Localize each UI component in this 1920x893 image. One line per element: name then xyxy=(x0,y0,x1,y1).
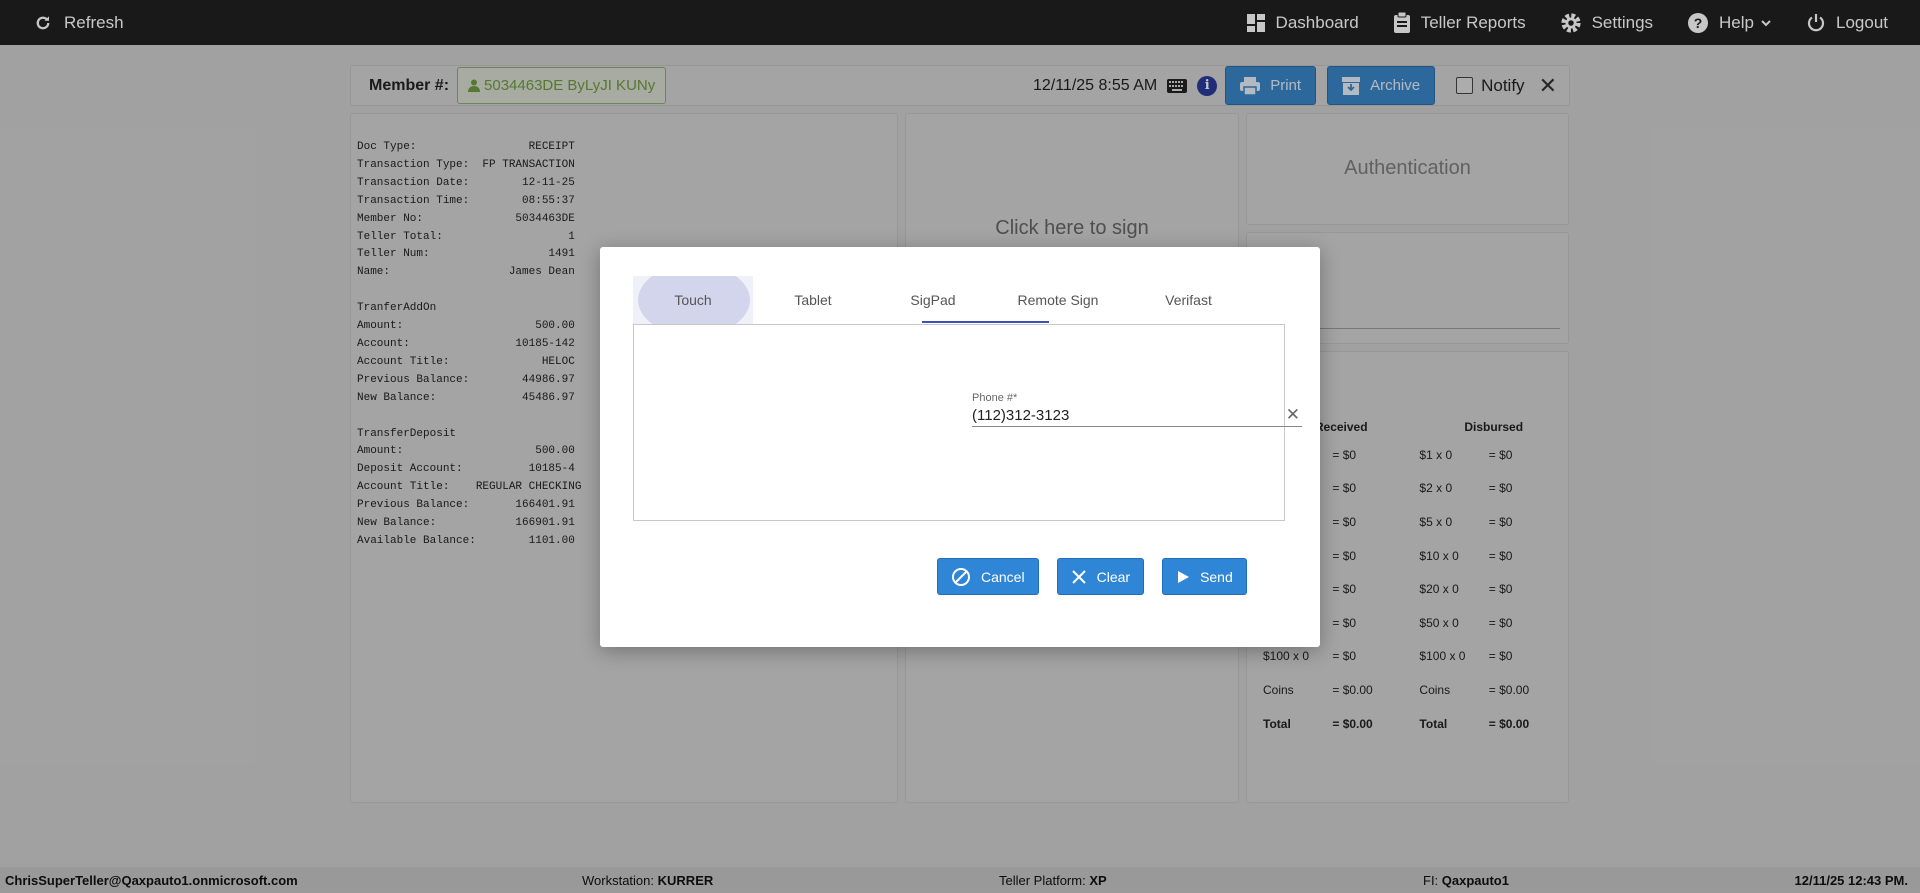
dialog-actions: Cancel Clear Send xyxy=(937,558,1265,595)
tab-verifast-label: Verifast xyxy=(1165,292,1212,308)
send-label: Send xyxy=(1200,568,1233,585)
signature-tabs: Touch Tablet SigPad Remote Sign Verifast xyxy=(633,276,1254,324)
clear-phone-icon[interactable]: ✕ xyxy=(1286,405,1302,425)
phone-input[interactable] xyxy=(972,406,1286,424)
tab-sigpad-label: SigPad xyxy=(910,292,956,308)
close-icon xyxy=(1071,569,1086,584)
active-tab-indicator xyxy=(922,321,1049,323)
tab-verifast[interactable]: Verifast xyxy=(1123,276,1254,324)
play-icon xyxy=(1178,570,1190,583)
tab-remote-sign-label: Remote Sign xyxy=(1017,292,1099,308)
tab-touch[interactable]: Touch xyxy=(633,276,753,324)
tab-tablet[interactable]: Tablet xyxy=(753,276,873,324)
signature-method-dialog: Touch Tablet SigPad Remote Sign Verifast… xyxy=(600,247,1320,647)
ban-icon xyxy=(952,567,970,586)
tab-sigpad[interactable]: SigPad xyxy=(873,276,993,324)
phone-field: Phone #* ✕ xyxy=(972,392,1302,427)
tab-touch-label: Touch xyxy=(674,292,712,308)
tab-remote-sign[interactable]: Remote Sign xyxy=(993,276,1123,324)
phone-label: Phone #* xyxy=(972,392,1018,404)
tab-tablet-label: Tablet xyxy=(794,292,832,308)
cancel-label: Cancel xyxy=(981,568,1025,585)
clear-label: Clear xyxy=(1096,568,1131,585)
cancel-button[interactable]: Cancel xyxy=(937,558,1039,595)
clear-button[interactable]: Clear xyxy=(1056,558,1145,595)
send-button[interactable]: Send xyxy=(1162,558,1247,595)
tab-content: Phone #* ✕ xyxy=(633,324,1302,521)
